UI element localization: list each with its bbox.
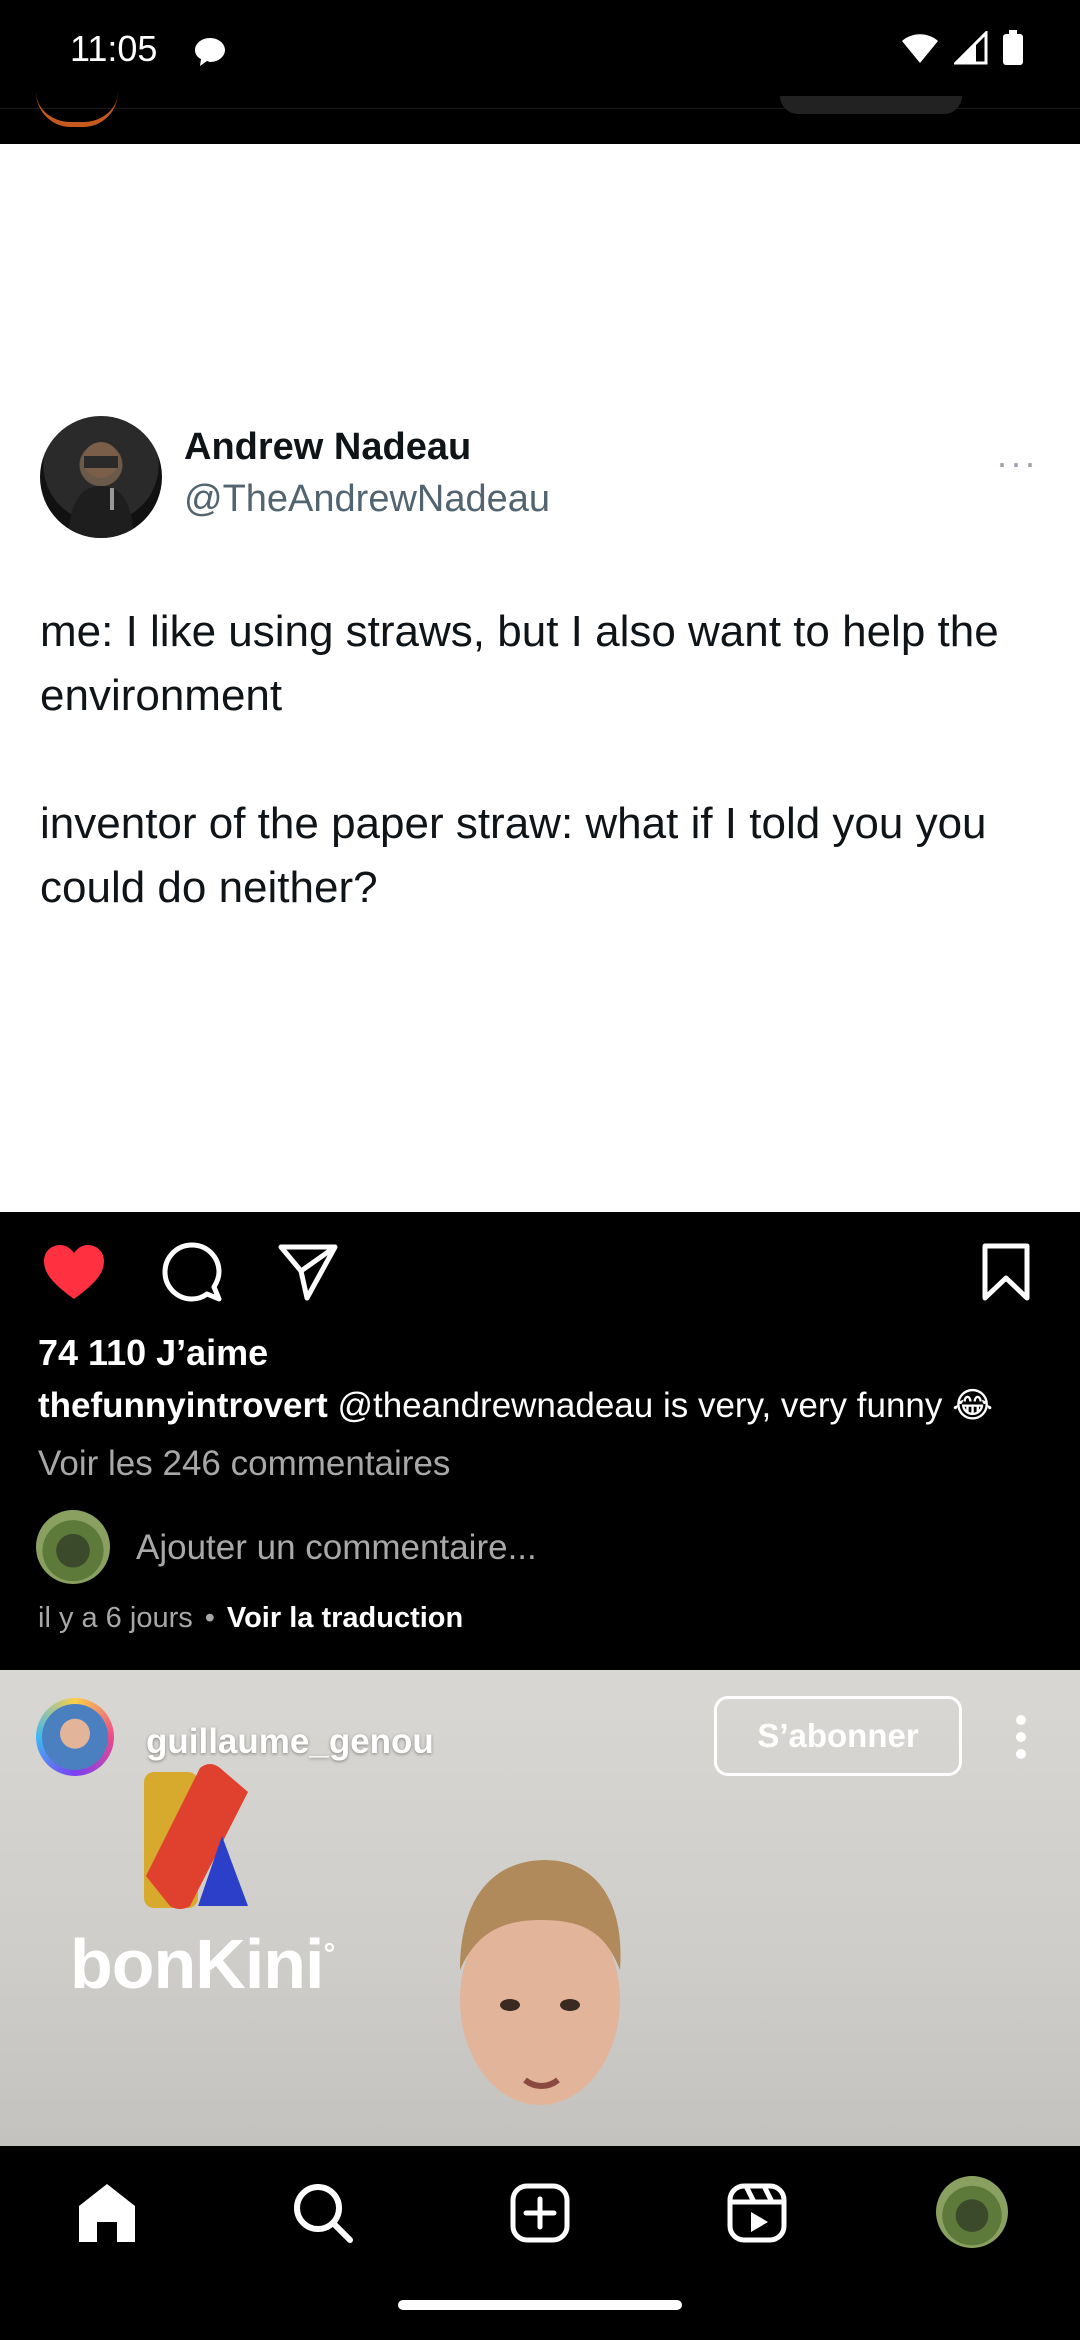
nav-profile-avatar[interactable] bbox=[936, 2176, 1008, 2248]
comedian-photo bbox=[68, 442, 134, 538]
bookmark-icon bbox=[982, 1243, 1030, 1301]
nav-home[interactable] bbox=[72, 2178, 142, 2248]
caption-text: @theandrewnadeau is very, very funny 😂 bbox=[327, 1386, 994, 1425]
bonkini-logo-mark bbox=[144, 1764, 248, 1909]
create-icon bbox=[510, 2183, 570, 2243]
meta-separator: • bbox=[204, 1602, 215, 1634]
message-notification-icon bbox=[195, 38, 225, 66]
status-icons bbox=[900, 30, 1024, 66]
nav-reels[interactable] bbox=[722, 2178, 792, 2248]
home-indicator[interactable] bbox=[398, 2300, 682, 2310]
current-user-avatar bbox=[36, 1510, 110, 1584]
battery-icon bbox=[1003, 30, 1023, 65]
tweet-more-icon: ··· bbox=[996, 442, 1038, 483]
post-caption: thefunnyintrovert @theandrewnadeau is ve… bbox=[38, 1386, 993, 1426]
signal-icon bbox=[954, 31, 988, 65]
follow-button[interactable]: S’abonner bbox=[714, 1696, 962, 1776]
post-meta: il y a 6 jours • Voir la traduction bbox=[38, 1602, 463, 1635]
home-icon bbox=[79, 2184, 135, 2242]
save-button[interactable] bbox=[970, 1236, 1042, 1308]
tweet-avatar bbox=[40, 416, 162, 538]
wifi-icon bbox=[902, 34, 938, 63]
tweet-text: me: I like using straws, but I also want… bbox=[40, 607, 999, 912]
previous-post-button[interactable] bbox=[780, 96, 962, 114]
status-time: 11:05 bbox=[70, 28, 158, 69]
search-icon bbox=[294, 2184, 353, 2243]
like-button[interactable] bbox=[38, 1236, 110, 1308]
nav-create[interactable] bbox=[505, 2178, 575, 2248]
caption-username[interactable]: thefunnyintrovert bbox=[38, 1386, 328, 1425]
likes-count[interactable]: 74 110 J’aime bbox=[38, 1332, 268, 1374]
tweet-author-name: Andrew Nadeau bbox=[184, 426, 472, 468]
heart-filled-icon bbox=[44, 1245, 104, 1299]
see-translation-link[interactable]: Voir la traduction bbox=[227, 1602, 463, 1634]
post-time: il y a 6 jours bbox=[38, 1602, 193, 1634]
send-icon bbox=[278, 1244, 338, 1301]
add-comment-input[interactable]: Ajouter un commentaire... bbox=[136, 1528, 537, 1568]
more-options-icon[interactable] bbox=[1006, 1712, 1036, 1762]
nav-search[interactable] bbox=[288, 2178, 358, 2248]
comment-button[interactable] bbox=[156, 1236, 228, 1308]
tweet-author-handle: @TheAndrewNadeau bbox=[184, 478, 551, 520]
share-button[interactable] bbox=[272, 1236, 344, 1308]
reel-author-avatar[interactable] bbox=[36, 1698, 114, 1776]
view-comments-link[interactable]: Voir les 246 commentaires bbox=[38, 1444, 450, 1484]
person-in-video bbox=[460, 1860, 621, 2105]
bonkini-logo-text: bonKini° bbox=[70, 1925, 335, 2003]
comment-icon bbox=[162, 1242, 222, 1302]
reels-icon bbox=[727, 2183, 787, 2243]
